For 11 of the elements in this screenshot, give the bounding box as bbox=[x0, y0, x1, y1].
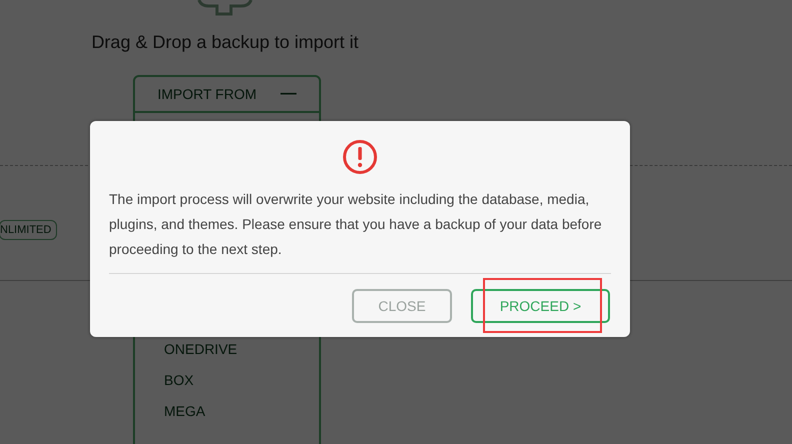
import-from-toggle[interactable]: IMPORT FROM — bbox=[135, 77, 319, 113]
import-source[interactable]: ONEDRIVE bbox=[164, 340, 319, 358]
proceed-button[interactable]: PROCEED > bbox=[471, 289, 610, 323]
warning-message: The import process will overwrite your website including the database, media, plugins, and themes. Please ensure that you have a backup of your data before proceeding to the next step. bbox=[109, 190, 603, 259]
warning-icon bbox=[342, 139, 378, 175]
plan-badge: NLIMITED bbox=[0, 220, 58, 240]
close-button[interactable]: CLOSE bbox=[352, 289, 452, 323]
import-source[interactable]: BOX bbox=[164, 371, 319, 389]
upload-icon bbox=[197, 0, 253, 16]
drop-hint: Drag & Drop a backup to import it bbox=[91, 32, 359, 53]
import-source[interactable]: MEGA bbox=[164, 402, 319, 420]
